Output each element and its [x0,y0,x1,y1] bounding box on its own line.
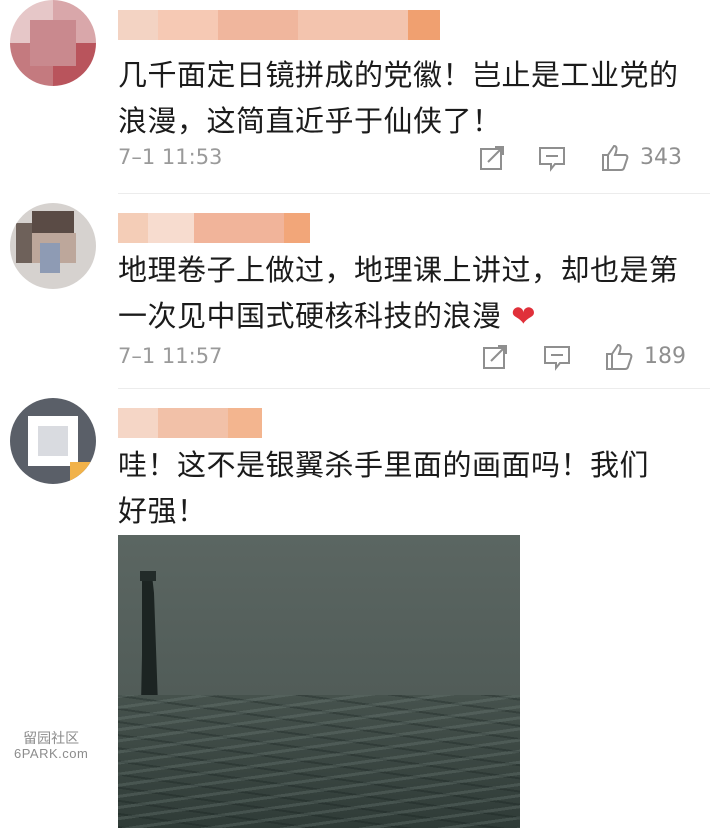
watermark-site: 6PARK.com [14,746,89,761]
like-icon[interactable] [600,143,630,173]
heart-emoji: ❤ [511,299,537,333]
like-count: 189 [644,344,686,369]
comment-meta: 7–1 11:57 189 [118,342,688,372]
heliostat-field [118,695,520,828]
divider [118,388,710,389]
comment-text: 几千面定日镜拼成的党徽！岂止是工业党的浪漫，这简直近乎于仙侠了！ [118,58,679,138]
watermark-logo-text: 留园社区 [23,730,80,746]
avatar[interactable] [10,203,96,289]
comment-photo[interactable] [118,535,520,828]
comment-text: 地理卷子上做过，地理课上讲过，却也是第一次见中国式硬核科技的浪漫 ❤ [118,253,679,333]
share-icon[interactable] [480,342,510,372]
comment-icon[interactable] [537,143,567,173]
timestamp: 7–1 11:57 [118,344,223,368]
watermark: 留园社区 6PARK.com [14,730,88,762]
comment-1: 几千面定日镜拼成的党徽！岂止是工业党的浪漫，这简直近乎于仙侠了！ 7–1 11:… [0,0,710,195]
username-blurred[interactable] [118,213,310,243]
avatar[interactable] [10,0,96,86]
like-icon[interactable] [604,342,634,372]
username-blurred[interactable] [118,10,440,40]
comment-meta: 7–1 11:53 343 [118,143,688,173]
username-blurred[interactable] [118,408,262,438]
divider [118,193,710,194]
timestamp: 7–1 11:53 [118,145,223,169]
avatar[interactable] [10,398,96,484]
share-icon[interactable] [477,143,507,173]
like-count: 343 [640,145,682,170]
comment-text: 哇！这不是银翼杀手里面的画面吗！我们好强！ [118,448,650,528]
comment-2: 地理卷子上做过，地理课上讲过，却也是第一次见中国式硬核科技的浪漫 ❤ 7–1 1… [0,195,710,390]
comment-icon[interactable] [542,342,572,372]
